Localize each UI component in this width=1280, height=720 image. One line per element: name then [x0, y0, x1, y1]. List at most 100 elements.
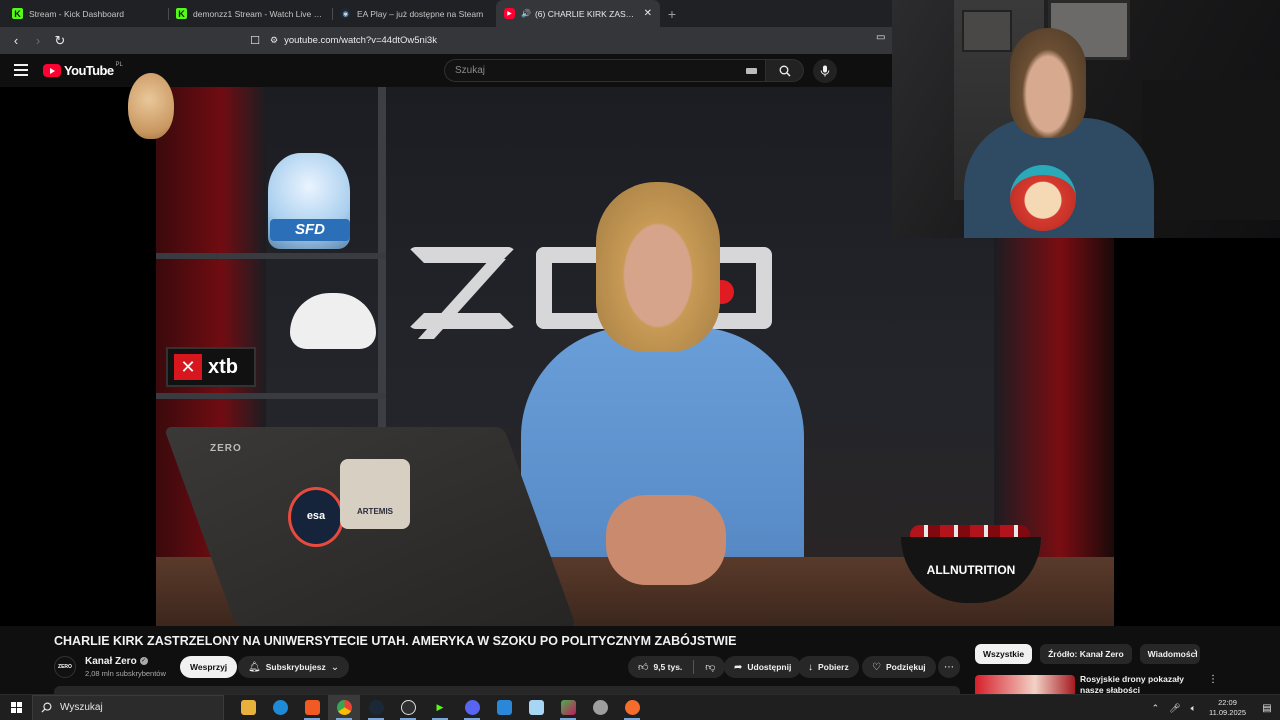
- chevron-right-icon[interactable]: ›: [1194, 646, 1198, 658]
- recommendation-thumbnail[interactable]: [975, 675, 1075, 694]
- channel-avatar[interactable]: ZERO: [54, 656, 76, 678]
- brave-button[interactable]: [296, 695, 328, 720]
- subscriber-count: 2,08 mln subskrybentów: [85, 669, 166, 678]
- support-button[interactable]: Wesprzyj: [180, 656, 238, 678]
- obs-icon: [400, 700, 416, 715]
- start-button[interactable]: [0, 695, 32, 720]
- mail-icon: [496, 700, 512, 715]
- filter-chips: Wszystkie Źródło: Kanał Zero Wiadomości …: [975, 644, 1200, 664]
- sfd-logo: SFD: [270, 219, 350, 241]
- new-tab-button[interactable]: +: [660, 0, 684, 27]
- voice-search-button[interactable]: [813, 59, 837, 83]
- search-input[interactable]: [455, 65, 735, 76]
- forward-button[interactable]: ›: [28, 31, 48, 51]
- youtube-logo[interactable]: YouTube PL: [43, 61, 123, 78]
- taskbar-search[interactable]: Wyszukaj: [32, 694, 224, 720]
- browser-toolbar: ‹ › ↻ ☐ ⚙ youtube.com/watch?v=44dtOw5ni3…: [0, 27, 892, 54]
- chip-source-channel[interactable]: Źródło: Kanał Zero: [1040, 644, 1132, 664]
- edge-icon: [272, 700, 288, 715]
- more-icon: ⋯: [944, 661, 954, 673]
- download-button[interactable]: ↓ Pobierz: [798, 656, 859, 678]
- browser-tab-kick-stream[interactable]: K demonzz1 Stream - Watch Live on Kick: [168, 0, 332, 27]
- edge-button[interactable]: [264, 695, 296, 720]
- channel-name-text: Kanał Zero: [85, 656, 137, 667]
- utility-app-button[interactable]: [584, 695, 616, 720]
- more-actions-button[interactable]: ⋯: [938, 656, 960, 678]
- steam-button[interactable]: [360, 695, 392, 720]
- notepad-button[interactable]: [520, 695, 552, 720]
- tab-title: (6) CHARLIE KIRK ZASTRZELONY: [534, 8, 638, 19]
- logo-text: YouTube: [64, 63, 114, 78]
- browser-tab-steam[interactable]: ◉ EA Play – już dostępne na Steam: [332, 0, 496, 27]
- avatar-text: ZERO: [58, 664, 72, 670]
- youtube-play-icon: [43, 64, 61, 77]
- reload-button[interactable]: ↻: [50, 31, 70, 51]
- microphone-icon: [820, 65, 830, 77]
- shelf: [156, 393, 386, 399]
- clock[interactable]: 22:09 11.09.2025: [1209, 698, 1246, 718]
- description-box[interactable]: [54, 686, 960, 694]
- more-vertical-icon[interactable]: ⋮: [1208, 674, 1218, 685]
- time: 22:09: [1218, 698, 1237, 707]
- utility-icon: [592, 700, 608, 715]
- zero-letter-z: [408, 247, 516, 329]
- speaker-icon: 🔊: [521, 9, 531, 18]
- browser-tab-youtube[interactable]: ▶ 🔊 (6) CHARLIE KIRK ZASTRZELONY ✕: [496, 0, 660, 27]
- xtb-sponsor-logo: ✕ xtb: [166, 347, 256, 387]
- file-explorer-button[interactable]: [232, 695, 264, 720]
- like-count[interactable]: 9,5 tys.: [653, 662, 682, 672]
- share-button[interactable]: ➦ Udostępnij: [724, 656, 802, 678]
- chrome-button[interactable]: [328, 694, 360, 720]
- close-icon[interactable]: ✕: [644, 8, 652, 19]
- date: 11.09.2025: [1209, 708, 1246, 717]
- folder-icon: [240, 700, 256, 715]
- play-icon: ▶: [432, 700, 448, 715]
- subscribe-button[interactable]: 🔔︎ Subskrybujesz ⌄: [238, 656, 350, 678]
- chevron-up-icon[interactable]: ⌃: [1152, 703, 1160, 714]
- menu-icon[interactable]: [14, 64, 28, 76]
- subscribe-label: Subskrybujesz: [265, 662, 326, 672]
- chip-all[interactable]: Wszystkie: [975, 644, 1033, 664]
- bowl-text: ALLNUTRITION: [926, 563, 1016, 577]
- windows-taskbar: Wyszukaj ▶ ⌃ 🎤︎ 🔈︎ 22:09 11.09.2025 ▤: [0, 694, 1280, 720]
- bell-icon: 🔔︎: [248, 661, 261, 673]
- xtb-text: xtb: [208, 355, 238, 378]
- keyboard-icon[interactable]: [746, 68, 757, 74]
- youtube-icon: ▶: [504, 8, 515, 19]
- like-dislike-group: 👍︎ 9,5 tys. 👎︎: [628, 656, 726, 678]
- tshirt-print: [1010, 165, 1076, 231]
- cast-icon[interactable]: ▭: [876, 32, 885, 43]
- download-label: Pobierz: [818, 662, 849, 672]
- back-button[interactable]: ‹: [6, 31, 26, 51]
- discord-button[interactable]: [456, 695, 488, 720]
- mail-button[interactable]: [488, 695, 520, 720]
- kick-app-button[interactable]: ▶: [424, 695, 456, 720]
- kick-icon: K: [176, 8, 187, 19]
- search-icon: [41, 702, 52, 713]
- chrome-icon: [336, 700, 352, 715]
- country-code: PL: [115, 61, 123, 68]
- browser-tab-kick-dashboard[interactable]: K Stream - Kick Dashboard: [4, 0, 168, 27]
- presenter-head: [596, 182, 720, 352]
- volume-icon[interactable]: 🔈︎: [1191, 703, 1196, 714]
- thanks-button[interactable]: ♡ Podziękuj: [862, 656, 936, 678]
- notification-icon[interactable]: ▤: [1254, 695, 1280, 720]
- like-icon[interactable]: 👍︎: [638, 661, 648, 673]
- laptop-label: ZERO: [210, 443, 242, 454]
- search-button[interactable]: [766, 59, 804, 82]
- chip-news[interactable]: Wiadomości z: [1139, 644, 1200, 664]
- artemis-sticker-text: ARTEMIS: [357, 507, 393, 516]
- obs-button[interactable]: [392, 695, 424, 720]
- system-tray: ⌃ 🎤︎ 🔈︎ 22:09 11.09.2025 ▤: [1147, 695, 1280, 720]
- channel-name[interactable]: Kanał Zero ✓: [85, 656, 148, 667]
- recommendation-title[interactable]: Rosyjskie drony pokazały nasze słabości: [1080, 674, 1208, 694]
- download-icon: ↓: [808, 661, 813, 673]
- dislike-icon[interactable]: 👎︎: [705, 661, 715, 673]
- support-label: Wesprzyj: [190, 662, 228, 672]
- site-info-icon[interactable]: ⚙: [270, 35, 278, 46]
- microphone-icon[interactable]: 🎤︎: [1169, 703, 1180, 714]
- address-bar[interactable]: ⚙ youtube.com/watch?v=44dtOw5ni3k: [270, 31, 900, 50]
- game-app-button[interactable]: [552, 695, 584, 720]
- bookmark-icon[interactable]: ☐: [246, 31, 264, 49]
- origin-button[interactable]: [616, 695, 648, 720]
